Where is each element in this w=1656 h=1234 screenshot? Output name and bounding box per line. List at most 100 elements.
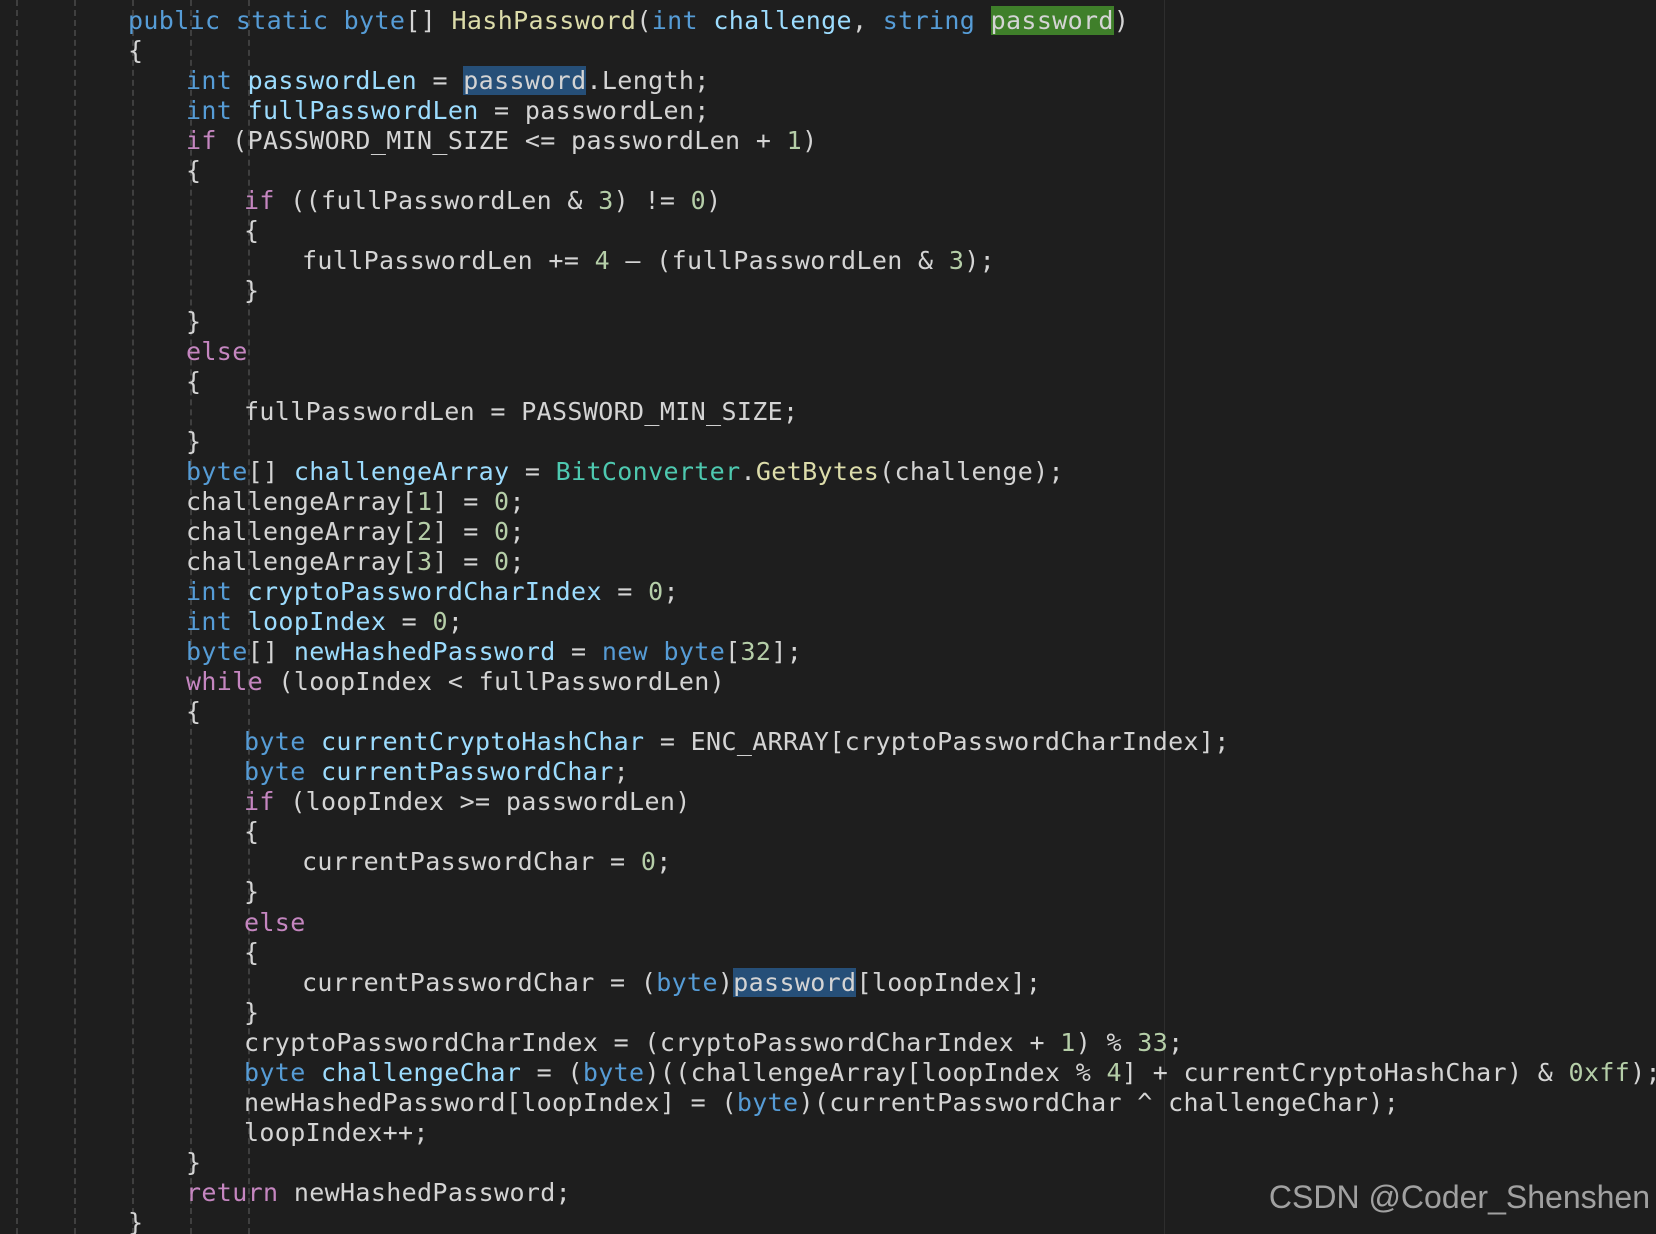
code-line[interactable]: } bbox=[186, 307, 201, 337]
code-line[interactable]: cryptoPasswordCharIndex = (cryptoPasswor… bbox=[244, 1028, 1184, 1058]
code-line[interactable]: fullPasswordLen = PASSWORD_MIN_SIZE; bbox=[244, 397, 798, 427]
code-token: byte bbox=[343, 6, 406, 35]
code-line[interactable]: } bbox=[244, 276, 259, 306]
code-token: )((challengeArray[loopIndex % bbox=[644, 1057, 1107, 1087]
code-line[interactable]: if (loopIndex >= passwordLen) bbox=[244, 787, 691, 817]
code-token: { bbox=[244, 817, 260, 847]
code-token: (PASSWORD_MIN_SIZE <= passwordLen + bbox=[216, 126, 787, 156]
code-token: currentPasswordChar = ( bbox=[302, 967, 657, 997]
code-token: ; bbox=[663, 576, 679, 606]
code-line[interactable]: int passwordLen = password.Length; bbox=[186, 66, 710, 96]
code-line[interactable]: loopIndex++; bbox=[244, 1118, 429, 1148]
code-token: currentPasswordChar bbox=[321, 757, 614, 787]
code-token: byte bbox=[582, 1057, 645, 1087]
code-line[interactable]: return newHashedPassword; bbox=[186, 1178, 571, 1208]
code-token: ); bbox=[964, 246, 996, 276]
code-token: fullPasswordLen = PASSWORD_MIN_SIZE; bbox=[244, 396, 799, 426]
code-line[interactable]: if (PASSWORD_MIN_SIZE <= passwordLen + 1… bbox=[186, 126, 817, 156]
code-line[interactable]: { bbox=[244, 216, 259, 246]
code-token: 1 bbox=[417, 486, 433, 516]
code-line[interactable]: } bbox=[186, 427, 201, 457]
code-token: challengeChar bbox=[321, 1057, 522, 1087]
code-token: = bbox=[417, 66, 464, 96]
code-token: 2 bbox=[417, 516, 433, 546]
code-token: if bbox=[244, 186, 275, 216]
code-token: challengeArray[ bbox=[186, 486, 418, 516]
code-line[interactable]: int loopIndex = 0; bbox=[186, 607, 463, 637]
code-token: (loopIndex >= passwordLen) bbox=[274, 787, 691, 817]
code-token: { bbox=[244, 216, 260, 246]
code-editor[interactable]: public static byte[] HashPassword(int ch… bbox=[0, 0, 1656, 1234]
code-token: currentPasswordChar = bbox=[302, 847, 641, 877]
indent-guide bbox=[132, 0, 134, 1234]
code-token: passwordLen bbox=[247, 66, 418, 96]
code-token: byte bbox=[736, 1087, 799, 1117]
code-token: 3 bbox=[948, 246, 965, 276]
code-token: password bbox=[463, 66, 587, 96]
code-line[interactable]: currentPasswordChar = (byte)password[loo… bbox=[302, 967, 1041, 998]
code-token: return bbox=[186, 1177, 279, 1207]
code-line[interactable]: if ((fullPasswordLen & 3) != 0) bbox=[244, 186, 721, 216]
code-token: (loopIndex < fullPasswordLen) bbox=[263, 667, 726, 697]
code-line[interactable]: challengeArray[1] = 0; bbox=[186, 487, 525, 517]
code-line[interactable]: else bbox=[186, 337, 248, 367]
code-line[interactable]: fullPasswordLen += 4 – (fullPasswordLen … bbox=[302, 246, 995, 276]
code-line[interactable]: currentPasswordChar = 0; bbox=[302, 847, 672, 877]
code-token: byte bbox=[244, 727, 306, 757]
code-token: ] = bbox=[432, 486, 495, 516]
code-token: newHashedPassword bbox=[293, 637, 556, 667]
code-token: 1 bbox=[1060, 1027, 1076, 1057]
code-token: public bbox=[128, 6, 221, 35]
code-line[interactable]: while (loopIndex < fullPasswordLen) bbox=[186, 667, 725, 697]
code-line[interactable]: { bbox=[186, 697, 201, 727]
code-line[interactable]: byte[] newHashedPassword = new byte[32]; bbox=[186, 637, 802, 667]
code-token: int bbox=[186, 66, 233, 96]
code-token: challengeArray[ bbox=[186, 516, 418, 546]
code-token: byte bbox=[663, 637, 726, 667]
code-token: loopIndex bbox=[247, 607, 387, 636]
code-token: 4 bbox=[1106, 1057, 1122, 1087]
code-line[interactable]: { bbox=[128, 36, 143, 66]
code-line[interactable]: { bbox=[244, 938, 259, 968]
code-token: byte bbox=[186, 637, 248, 667]
code-line[interactable]: byte challengeChar = (byte)((challengeAr… bbox=[244, 1058, 1656, 1088]
code-token: int bbox=[186, 96, 233, 126]
code-token: = bbox=[601, 576, 649, 606]
code-token: 0 bbox=[648, 576, 664, 606]
code-line[interactable]: { bbox=[186, 367, 201, 397]
code-line[interactable]: { bbox=[186, 156, 201, 186]
code-token: )(currentPasswordChar ^ challengeChar); bbox=[798, 1087, 1400, 1117]
code-token: } bbox=[244, 276, 260, 306]
code-token: ) bbox=[802, 126, 818, 156]
code-line[interactable]: } bbox=[244, 877, 259, 907]
code-line[interactable]: newHashedPassword[loopIndex] = (byte)(cu… bbox=[244, 1088, 1399, 1118]
code-token: cryptoPasswordCharIndex bbox=[247, 576, 602, 606]
code-token: fullPasswordLen += bbox=[302, 246, 595, 276]
code-token: } bbox=[186, 306, 202, 336]
code-line[interactable]: byte currentPasswordChar; bbox=[244, 757, 629, 787]
code-line[interactable]: } bbox=[244, 998, 259, 1028]
code-token: ; bbox=[1168, 1027, 1184, 1057]
code-token: . bbox=[740, 456, 756, 486]
code-line[interactable]: else bbox=[244, 908, 306, 938]
code-token: [] bbox=[247, 456, 294, 486]
code-line[interactable]: public static byte[] HashPassword(int ch… bbox=[128, 6, 1129, 36]
code-token: ) bbox=[706, 186, 722, 216]
code-line[interactable]: challengeArray[3] = 0; bbox=[186, 547, 525, 577]
code-line[interactable]: } bbox=[186, 1148, 201, 1178]
code-line[interactable]: { bbox=[244, 817, 259, 847]
code-line[interactable]: challengeArray[2] = 0; bbox=[186, 517, 525, 547]
indent-guide bbox=[74, 0, 76, 1234]
code-line[interactable]: int fullPasswordLen = passwordLen; bbox=[186, 96, 710, 126]
code-line[interactable]: int cryptoPasswordCharIndex = 0; bbox=[186, 577, 679, 607]
code-line[interactable]: byte currentCryptoHashChar = ENC_ARRAY[c… bbox=[244, 727, 1230, 757]
code-token: – (fullPasswordLen & bbox=[610, 246, 949, 276]
code-line[interactable]: } bbox=[128, 1208, 143, 1234]
code-line[interactable]: byte[] challengeArray = BitConverter.Get… bbox=[186, 457, 1064, 487]
